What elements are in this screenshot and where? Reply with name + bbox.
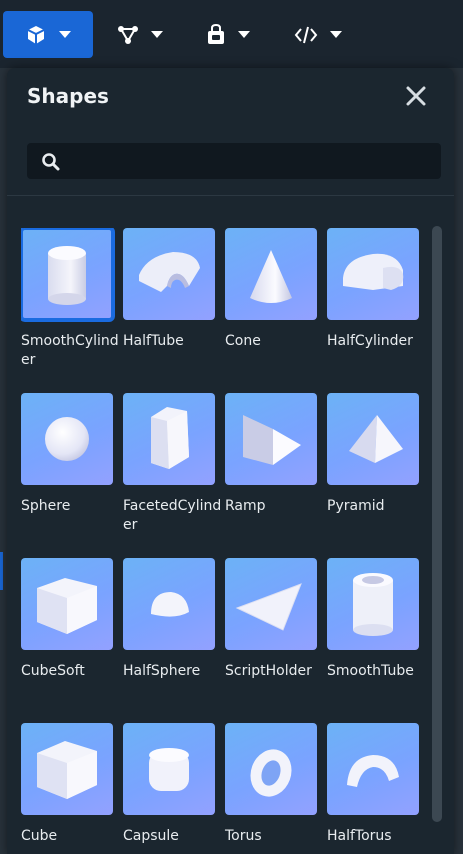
backdrop-selection-marker [0, 552, 3, 590]
code-icon [294, 26, 318, 44]
scriptholder-thumbnail [225, 558, 317, 650]
inventory-menu-button[interactable] [193, 11, 263, 58]
connections-menu-button[interactable] [105, 11, 175, 58]
panel-title: Shapes [27, 84, 109, 108]
halftube-thumbnail [123, 228, 215, 320]
shape-tile-cone[interactable]: Cone [225, 228, 317, 351]
shapes-panel: Shapes SmoothCylinder HalfTube Cone HalfCyl… [7, 68, 454, 854]
shape-label: Capsule [123, 828, 179, 844]
shape-tile-cylinder[interactable]: SmoothCylinder [21, 228, 119, 370]
close-icon [404, 86, 428, 112]
shape-tile-pyramid[interactable]: Pyramid [327, 393, 419, 516]
shape-tile-smoothtube[interactable]: SmoothTube [327, 558, 419, 681]
shape-tile-torus[interactable]: Torus [225, 723, 317, 846]
lock-bag-icon [206, 23, 226, 46]
capsule-thumbnail [123, 723, 215, 815]
chevron-down-icon [330, 30, 342, 39]
shape-label: HalfTorus [327, 828, 392, 844]
shape-label: ScriptHolder [225, 663, 312, 679]
shape-label: HalfCylinder [327, 333, 413, 349]
shape-label: SmoothTube [327, 663, 414, 679]
search-box [27, 143, 441, 181]
torus-thumbnail [225, 723, 317, 815]
sphere-thumbnail [21, 393, 113, 485]
chevron-down-icon [238, 30, 250, 39]
scrollbar-track[interactable] [432, 226, 442, 822]
shape-tile-ramp[interactable]: Ramp [225, 393, 317, 516]
ramp-thumbnail [225, 393, 317, 485]
cube-icon [25, 24, 47, 46]
header-divider [7, 195, 454, 196]
shape-label: CubeSoft [21, 663, 85, 679]
halftorus-thumbnail [327, 723, 419, 815]
halfcylinder-thumbnail [327, 228, 419, 320]
pyramid-thumbnail [327, 393, 419, 485]
shape-label: SmoothCylinder [21, 333, 119, 368]
cone-thumbnail [225, 228, 317, 320]
chevron-down-icon [59, 30, 71, 39]
shape-label: Cube [21, 828, 58, 844]
shape-label: Torus [225, 828, 262, 844]
parts-menu-button[interactable] [3, 11, 93, 58]
shape-tile-halfsphere[interactable]: HalfSphere [123, 558, 215, 681]
shape-tile-halftube[interactable]: HalfTube [123, 228, 215, 351]
shape-tile-capsule[interactable]: Capsule [123, 723, 215, 846]
halfsphere-thumbnail [123, 558, 215, 650]
shapes-grid: SmoothCylinder HalfTube Cone HalfCylinder Sp… [21, 228, 431, 854]
cylinder-thumbnail [21, 228, 115, 322]
smoothtube-thumbnail [327, 558, 419, 650]
shape-tile-sphere[interactable]: Sphere [21, 393, 113, 516]
shape-label: HalfTube [123, 333, 184, 349]
top-toolbar [0, 0, 463, 68]
shape-tile-cube[interactable]: Cube [21, 723, 113, 846]
scripts-menu-button[interactable] [283, 11, 353, 58]
shape-label: FacetedCylinder [123, 498, 222, 533]
chevron-down-icon [151, 30, 163, 39]
search-input[interactable] [71, 143, 435, 181]
shape-tile-cubesoft[interactable]: CubeSoft [21, 558, 113, 681]
nodes-icon [117, 24, 139, 46]
shape-label: HalfSphere [123, 663, 201, 679]
cube-thumbnail [21, 723, 113, 815]
shape-label: Cone [225, 333, 261, 349]
shape-label: Pyramid [327, 498, 385, 514]
cubesoft-thumbnail [21, 558, 113, 650]
close-button[interactable] [404, 84, 428, 108]
shape-tile-halfcylinder[interactable]: HalfCylinder [327, 228, 419, 351]
shape-tile-halftorus[interactable]: HalfTorus [327, 723, 419, 846]
faceted-thumbnail [123, 393, 215, 485]
shape-tile-faceted[interactable]: FacetedCylinder [123, 393, 221, 535]
scrollbar-thumb[interactable] [432, 226, 442, 822]
shape-label: Ramp [225, 498, 266, 514]
search-icon [41, 152, 60, 175]
shape-tile-scriptholder[interactable]: ScriptHolder [225, 558, 317, 681]
shape-label: Sphere [21, 498, 71, 514]
